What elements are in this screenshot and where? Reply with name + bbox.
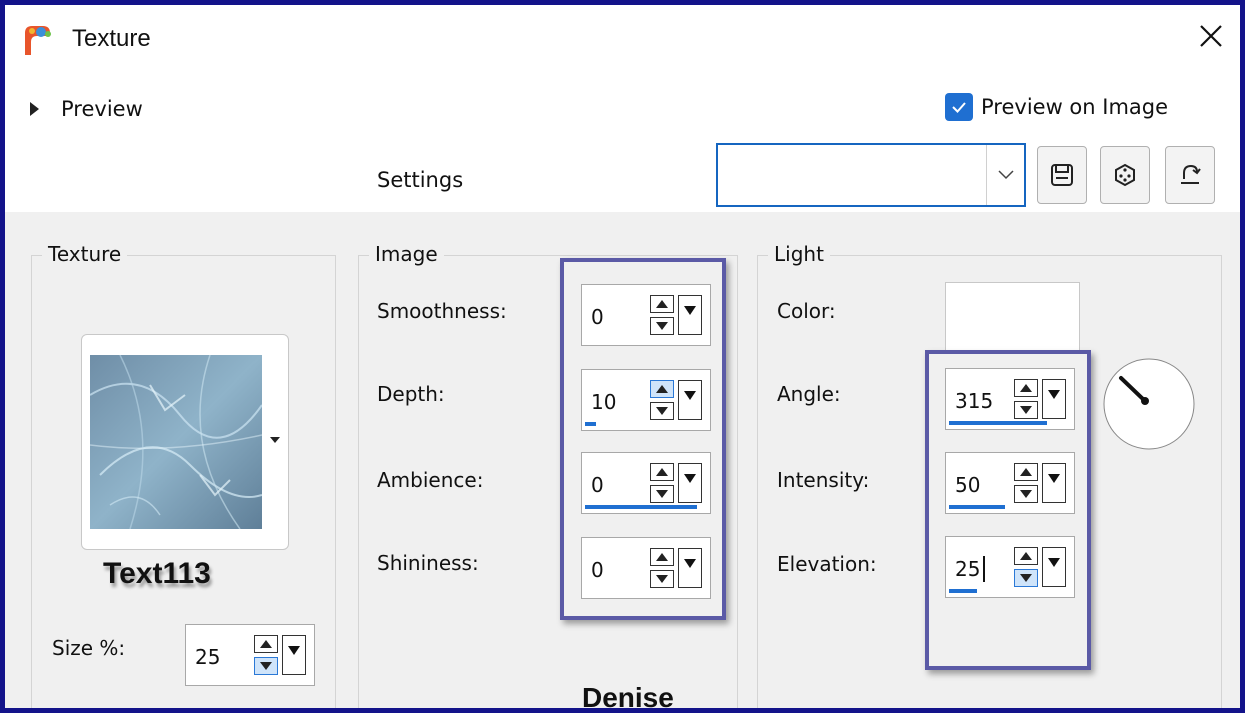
size-slider-dropdown[interactable]: [282, 635, 306, 675]
size-spinbox[interactable]: 25: [185, 624, 315, 686]
image-fields-highlight: [560, 258, 726, 620]
expand-triangle-icon: [30, 102, 39, 116]
angle-label: Angle:: [777, 382, 841, 406]
dropdown-arrow-icon: [270, 437, 280, 443]
shininess-label: Shininess:: [377, 551, 479, 575]
settings-label: Settings: [377, 168, 464, 192]
color-label: Color:: [777, 299, 836, 323]
texture-name: Text113: [103, 557, 211, 590]
dice-icon: [1115, 163, 1135, 187]
texture-thumbnail: [90, 355, 262, 529]
smoothness-label: Smoothness:: [377, 299, 507, 323]
reset-button[interactable]: [1165, 146, 1215, 204]
light-fields-highlight: [925, 350, 1091, 670]
randomize-button[interactable]: [1100, 146, 1150, 204]
light-color-swatch[interactable]: [945, 282, 1080, 352]
title-bar: Texture: [5, 5, 1240, 75]
settings-panel: Texture Text113 Size %: 25 Image Smoothn…: [5, 212, 1240, 713]
texture-picker[interactable]: [81, 334, 289, 550]
paintshop-app-icon: [25, 26, 51, 55]
preview-expander[interactable]: Preview: [30, 94, 143, 124]
depth-label: Depth:: [377, 382, 445, 406]
elevation-label: Elevation:: [777, 552, 877, 576]
size-spin-controls: [254, 635, 306, 675]
angle-dial[interactable]: [1101, 356, 1197, 452]
size-increment-button[interactable]: [254, 635, 278, 653]
image-group-title: Image: [369, 242, 444, 266]
size-label: Size %:: [52, 636, 126, 660]
ambience-label: Ambience:: [377, 468, 484, 492]
reset-icon: [1181, 164, 1201, 184]
texture-group-title: Texture: [42, 242, 128, 266]
preview-on-image-label: Preview on Image: [981, 95, 1169, 119]
intensity-label: Intensity:: [777, 468, 870, 492]
preview-label: Preview: [61, 97, 143, 121]
light-group-title: Light: [768, 242, 830, 266]
preview-on-image-checkbox[interactable]: Preview on Image: [945, 93, 1168, 121]
window-title: Texture: [72, 25, 151, 52]
close-button[interactable]: [1192, 17, 1230, 55]
watermark-text: Denise: [582, 682, 674, 713]
size-decrement-button[interactable]: [254, 657, 278, 675]
settings-dropdown[interactable]: [716, 143, 1026, 207]
save-preset-button[interactable]: [1037, 146, 1087, 204]
size-value[interactable]: 25: [195, 645, 220, 669]
texture-dialog: Texture Preview Preview on Image Setting…: [0, 0, 1245, 713]
chevron-down-icon: [986, 145, 1024, 205]
save-icon: [1051, 164, 1073, 186]
close-icon: [1200, 25, 1222, 47]
checkbox-checked-icon: [945, 93, 973, 121]
